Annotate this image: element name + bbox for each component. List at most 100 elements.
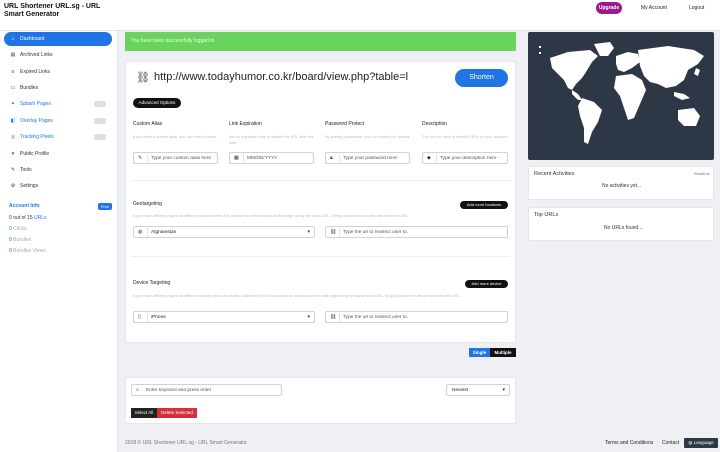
top-urls-title: Top URLs — [534, 212, 559, 218]
brand-logo-text[interactable]: URL Shortener URL.sg - URL Smart Generat… — [4, 3, 116, 19]
top-bar: URL Shortener URL.sg - URL Smart Generat… — [0, 0, 720, 31]
chevron-down-icon: ▾ — [307, 229, 310, 235]
realtime-link[interactable]: Realtime — [694, 171, 710, 176]
custom-alias-hint: If you need a custom alias, you can ente… — [133, 135, 218, 139]
geo-redirect-url-field[interactable]: ⛓ Type the url to redirect user to. — [325, 226, 508, 238]
chevron-down-icon: ▾ — [502, 387, 505, 393]
description-field[interactable]: ◆ Type your description here — [422, 152, 508, 164]
sidebar-item-splash-pages[interactable]: ✦ Splash Pages — [4, 97, 112, 111]
password-protect-title: Password Protect — [325, 121, 365, 127]
divider — [131, 180, 510, 181]
search-icon: ⌕ — [136, 387, 139, 393]
shortener-card — [125, 61, 516, 343]
archive-icon: ▤ — [10, 52, 16, 58]
recent-activities-empty: No activities yet... — [602, 183, 642, 189]
device-targeting-title: Device Targeting — [133, 280, 171, 286]
advanced-options-button[interactable]: Advanced Options — [133, 98, 181, 108]
sidebar-item-public-profile[interactable]: ♥ Public Profile — [4, 147, 112, 161]
chevron-down-icon: ▾ — [307, 314, 310, 320]
geotargeting-title: Geotargeting — [133, 201, 162, 207]
terms-link[interactable]: Terms and Conditions — [605, 440, 653, 446]
description-title: Description — [422, 121, 448, 127]
sidebar-item-bundles[interactable]: ▭ Bundles — [4, 81, 112, 95]
urls-used-stat: 0 out of 15 URLs — [9, 215, 47, 221]
sidebar-item-label: Public Profile — [20, 151, 50, 157]
success-alert: You have been successfully logged in. — [125, 32, 516, 51]
pro-badge — [94, 101, 106, 107]
single-mode-tab[interactable]: Single — [469, 348, 490, 357]
sidebar-item-archived-links[interactable]: ▤ Archived Links — [4, 48, 112, 62]
sidebar-item-label: Tools — [20, 167, 32, 173]
lock-icon: 🔒︎ — [330, 155, 333, 161]
upgrade-button[interactable]: Upgrade — [596, 2, 622, 14]
calendar-icon: ▦ — [234, 155, 239, 161]
select-all-button[interactable]: Select All — [131, 408, 157, 418]
account-info-title: Account Info — [9, 203, 40, 209]
copyright-text: 2018 © URL Shortener URL.sg - URL Smart … — [125, 440, 248, 446]
link-icon: ⛓ — [330, 314, 337, 320]
link-expiration-hint: Set an expiration date to disable the UR… — [229, 135, 314, 145]
search-input[interactable]: ⌕ Enter keyword and press enter — [131, 384, 282, 396]
link-expiration-title: Link Expiration — [229, 121, 262, 127]
world-map-graphic — [539, 42, 704, 144]
splash-icon: ✦ — [10, 101, 16, 107]
custom-alias-field[interactable]: ✎ Type your custom alias here — [133, 152, 218, 164]
gear-icon: ⚙ — [10, 183, 16, 189]
bundles-stat: 0 Bundles — [9, 237, 32, 243]
clicks-stat: 0 Clicks — [9, 226, 27, 232]
bundle-views-stat: 0 Bundles Views — [9, 248, 46, 254]
pro-badge — [94, 118, 106, 124]
sidebar-item-label: Settings — [20, 183, 39, 189]
url-input[interactable]: http://www.todayhumor.co.kr/board/view.p… — [154, 71, 439, 83]
sort-select[interactable]: Newest ▾ — [446, 384, 510, 396]
delete-selected-button[interactable]: Delete Selected — [157, 408, 197, 418]
folder-icon: ▭ — [10, 85, 16, 91]
device-redirect-url-field[interactable]: ⛓ Type the url to redirect user to. — [325, 311, 508, 323]
add-more-locations-button[interactable]: Add more locations — [460, 201, 508, 209]
pro-badge — [94, 134, 106, 140]
expiration-date-field[interactable]: ▦ MM/DD/YYYY — [229, 152, 314, 164]
globe-icon: ◍ — [138, 229, 143, 235]
multiple-mode-tab[interactable]: Multiple — [490, 348, 516, 357]
custom-alias-title: Custom Alias — [133, 121, 163, 127]
logout-link[interactable]: Logout — [689, 5, 704, 11]
sidebar-item-label: Dashboard — [20, 36, 45, 42]
list-icon: ≡ — [11, 69, 15, 75]
sidebar-item-settings[interactable]: ⚙ Settings — [4, 179, 112, 193]
sidebar-item-label: Bundles — [20, 85, 39, 91]
sidebar-item-label: Overlay Pages — [20, 118, 53, 124]
sidebar: ⌂ Dashboard ▤ Archived Links ≡ Expired Link… — [0, 31, 118, 452]
link-icon: ⛓ — [136, 72, 150, 84]
country-select[interactable]: ◍ Afghanistan ▾ — [133, 226, 315, 238]
contact-link[interactable]: Contact — [662, 440, 679, 446]
description-hint: This can be used to identify URLs on you… — [422, 135, 508, 139]
my-account-link[interactable]: My Account — [641, 5, 667, 11]
tag-icon: ◆ — [427, 155, 431, 161]
password-field[interactable]: 🔒︎ Type your password here — [325, 152, 410, 164]
home-icon: ⌂ — [11, 36, 15, 42]
plan-badge: Free — [98, 203, 112, 210]
geotargeting-hint: If you have different pages for differen… — [133, 214, 410, 218]
device-select[interactable]: ▯ iPhone ▾ — [133, 311, 315, 323]
globe-icon: ◍ — [688, 440, 693, 445]
link-icon: ⛓ — [330, 229, 337, 235]
sidebar-item-tracking-pixels[interactable]: ◎ Tracking Pixels — [4, 130, 112, 144]
device-targeting-hint: If you have different pages for differen… — [133, 294, 462, 298]
sidebar-item-tools[interactable]: ✎ Tools — [4, 163, 112, 177]
top-urls-empty: No URLs found... — [604, 225, 643, 231]
pencil-icon: ✎ — [138, 155, 143, 161]
sidebar-item-expired-links[interactable]: ≡ Expired Links — [4, 65, 112, 79]
user-icon: ♥ — [11, 151, 15, 157]
shorten-button[interactable]: Shorten — [455, 69, 508, 87]
divider — [131, 256, 510, 257]
language-button[interactable]: ◍ Language — [684, 438, 718, 448]
phone-icon: ▯ — [138, 314, 141, 320]
recent-activities-title: Recent Activities — [534, 171, 575, 177]
sidebar-item-overlay-pages[interactable]: ◧ Overlay Pages — [4, 114, 112, 128]
overlay-icon: ◧ — [10, 118, 16, 124]
sidebar-item-dashboard[interactable]: ⌂ Dashboard — [4, 32, 112, 46]
world-map — [528, 32, 714, 160]
add-more-device-button[interactable]: Add more device — [465, 280, 508, 288]
sidebar-item-label: Tracking Pixels — [20, 134, 54, 140]
password-protect-hint: By adding a password, you can restrict t… — [325, 135, 411, 139]
